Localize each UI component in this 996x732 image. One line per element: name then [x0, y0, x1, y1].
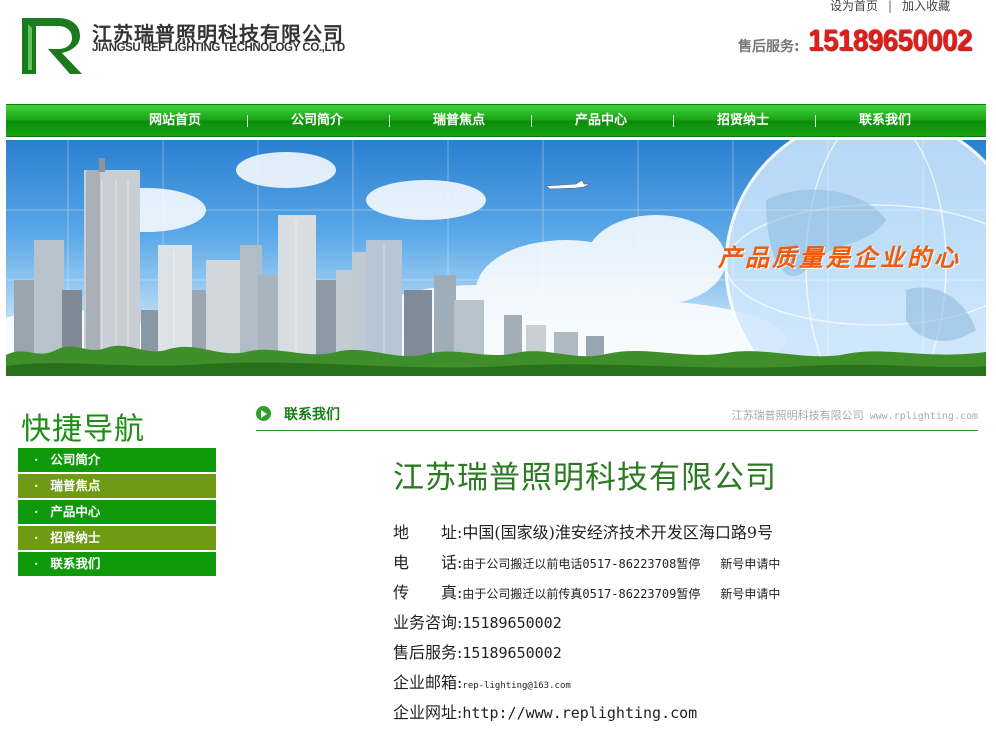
- bullet: ·: [34, 452, 39, 467]
- company-logo[interactable]: [18, 14, 84, 78]
- nav-divider: [531, 115, 532, 127]
- bullet: ·: [34, 478, 39, 493]
- nav-divider: [389, 115, 390, 127]
- sidebar-item-label: 产品中心: [50, 504, 101, 519]
- contact-company-name: 江苏瑞普照明科技有限公司: [393, 460, 777, 496]
- set-homepage-link[interactable]: 设为首页: [830, 0, 878, 13]
- service-value: 15189650002: [462, 644, 562, 662]
- sidebar-title: 快捷导航: [21, 412, 145, 447]
- nav-news[interactable]: 瑞普焦点: [393, 105, 525, 136]
- breadcrumb-company: 江苏瑞普照明科技有限公司: [731, 409, 864, 422]
- website-label: 企业网址:: [393, 703, 463, 722]
- bullet: ·: [34, 530, 39, 545]
- fax-label: 传 真:: [393, 583, 463, 602]
- nav-divider: [247, 115, 248, 127]
- contact-service-row: 售后服务:15189650002: [393, 639, 562, 663]
- breadcrumb-url[interactable]: www.rplighting.com: [870, 411, 978, 422]
- hero-banner: 产品质量是企业的心: [6, 140, 986, 376]
- site-header: 江苏瑞普照明科技有限公司 JIANGSU REP LIGHTING TECHNO…: [0, 0, 996, 100]
- sidebar-menu: · 公司简介 · 瑞普焦点 · 产品中心 · 招贤纳士 · 联系我们: [18, 448, 216, 578]
- bullet: ·: [34, 556, 39, 571]
- contact-website-row: 企业网址:http://www.replighting.com: [393, 699, 697, 723]
- website-value[interactable]: http://www.replighting.com: [462, 704, 697, 722]
- section-breadcrumb: 江苏瑞普照明科技有限公司 www.rplighting.com: [732, 407, 978, 423]
- nav-divider: [673, 115, 674, 127]
- contact-fax-row: 传 真:由于公司搬迁以前传真0517-86223709暂停 新号申请中: [393, 579, 780, 603]
- nav-products[interactable]: 产品中心: [535, 105, 667, 136]
- sidebar-item-label: 公司简介: [50, 452, 101, 467]
- phone-value: 由于公司搬迁以前电话0517-86223708暂停: [462, 557, 701, 571]
- nav-contact[interactable]: 联系我们: [819, 105, 951, 136]
- hotline-number: 15189650002: [808, 24, 972, 57]
- sidebar-item-news[interactable]: · 瑞普焦点: [18, 474, 216, 498]
- fax-value: 由于公司搬迁以前传真0517-86223709暂停: [462, 587, 701, 601]
- top-links: 设为首页 | 加入收藏: [830, 0, 950, 14]
- sidebar-item-about[interactable]: · 公司简介: [18, 448, 216, 472]
- section-header: 联系我们 江苏瑞普照明科技有限公司 www.rplighting.com: [256, 400, 978, 431]
- address-value: 中国(国家级)淮安经济技术开发区海口路9号: [462, 523, 774, 542]
- nav-home[interactable]: 网站首页: [109, 105, 241, 136]
- company-name-en: JIANGSU REP LIGHTING TECHNOLOGY CO.,LTD: [92, 42, 345, 54]
- service-label: 售后服务:: [393, 643, 463, 662]
- section-title: 联系我们: [284, 407, 340, 423]
- address-label: 地 址:: [393, 523, 463, 542]
- nav-about[interactable]: 公司简介: [251, 105, 383, 136]
- email-label: 企业邮箱:: [393, 673, 463, 692]
- sidebar-item-careers[interactable]: · 招贤纳士: [18, 526, 216, 550]
- phone-label: 电 话:: [393, 553, 463, 572]
- main-nav: 网站首页 公司简介 瑞普焦点 产品中心 招贤纳士 联系我们: [6, 104, 986, 137]
- phone-note: 新号申请中: [720, 557, 781, 571]
- arrow-circle-icon: [256, 406, 271, 421]
- fax-note: 新号申请中: [720, 587, 781, 601]
- nav-divider: [815, 115, 816, 127]
- hotline-label: 售后服务:: [738, 39, 800, 55]
- nav-careers[interactable]: 招贤纳士: [677, 105, 809, 136]
- banner-slogan: 产品质量是企业的心: [718, 244, 961, 272]
- contact-phone-row: 电 话:由于公司搬迁以前电话0517-86223708暂停 新号申请中: [393, 549, 780, 573]
- bullet: ·: [34, 504, 39, 519]
- sidebar-item-label: 联系我们: [50, 556, 101, 571]
- business-label: 业务咨询:: [393, 613, 463, 632]
- sidebar-item-label: 招贤纳士: [50, 530, 101, 545]
- sidebar-item-contact[interactable]: · 联系我们: [18, 552, 216, 576]
- business-value: 15189650002: [462, 614, 562, 632]
- email-value[interactable]: rep-lighting@163.com: [462, 681, 570, 691]
- divider: |: [888, 0, 893, 13]
- sidebar-item-label: 瑞普焦点: [50, 478, 101, 493]
- contact-business-row: 业务咨询:15189650002: [393, 609, 562, 633]
- contact-email-row: 企业邮箱:rep-lighting@163.com: [393, 669, 571, 693]
- add-favorite-link[interactable]: 加入收藏: [902, 0, 950, 13]
- contact-address-row: 地 址:中国(国家级)淮安经济技术开发区海口路9号: [393, 519, 773, 543]
- sidebar-item-products[interactable]: · 产品中心: [18, 500, 216, 524]
